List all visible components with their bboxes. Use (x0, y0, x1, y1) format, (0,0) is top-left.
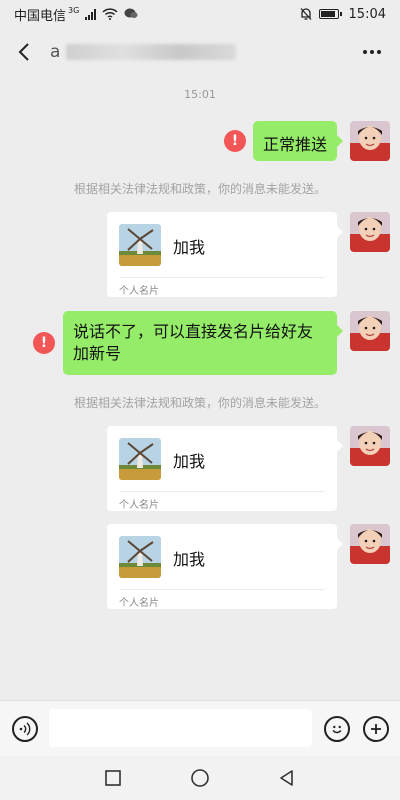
card-thumbnail-windmill (119, 536, 161, 578)
card-contact-name: 加我 (173, 452, 206, 471)
message-bubble[interactable]: 说话不了，可以直接发名片给好友加新号 (63, 311, 343, 375)
avatar[interactable] (350, 524, 390, 564)
emoji-icon (332, 725, 342, 734)
network-type-label: 3G (68, 5, 80, 15)
plus-button[interactable] (363, 716, 389, 742)
back-arrow-icon (18, 43, 29, 61)
card-divider (119, 491, 325, 492)
card-type-label: 个人名片 (119, 286, 159, 297)
emoji-button[interactable] (324, 716, 350, 742)
avatar[interactable] (350, 426, 390, 466)
carrier-label: 中国电信 (14, 8, 67, 24)
status-bar: 中国电信 3G 15:04 (0, 0, 400, 28)
send-failed-icon[interactable]: ! (224, 130, 246, 152)
signal-icon (85, 8, 97, 20)
status-left: 中国电信 3G (14, 5, 138, 24)
card-thumbnail-windmill (119, 224, 161, 266)
avatar[interactable] (350, 212, 390, 252)
home-icon[interactable] (190, 768, 210, 788)
chat-timestamp: 15:01 (184, 88, 216, 101)
chat-screen: 中国电信 3G 15:04 a 15:01 ! 正常推送 根据相关法律法规和政策… (0, 0, 400, 800)
title-bar: a (0, 28, 400, 76)
system-notice: 根据相关法律法规和政策，你的消息未能发送。 (73, 396, 326, 410)
card-divider (119, 589, 325, 590)
chat-title: a (50, 42, 237, 62)
card-contact-name: 加我 (173, 238, 206, 257)
status-right: 15:04 (299, 7, 386, 22)
plus-icon (371, 724, 381, 734)
mute-bell-icon (300, 8, 312, 20)
clock: 15:04 (348, 6, 386, 22)
message-text: 说话不了，可以直接发名片给好友加新号 (73, 322, 314, 363)
system-notice: 根据相关法律法规和政策，你的消息未能发送。 (73, 182, 326, 196)
avatar[interactable] (350, 311, 390, 351)
contact-card[interactable]: 加我 个人名片 (107, 212, 343, 297)
voice-input-button[interactable] (12, 716, 38, 742)
contact-card[interactable]: 加我 个人名片 (107, 524, 343, 609)
chat-title-redacted (66, 44, 237, 60)
system-nav-bar (0, 756, 400, 800)
send-failed-mark: ! (231, 133, 239, 149)
send-failed-icon[interactable]: ! (33, 332, 55, 354)
voice-input-icon (19, 722, 31, 736)
back-button[interactable] (12, 40, 36, 64)
card-type-label: 个人名片 (119, 598, 159, 609)
wifi-icon (102, 8, 118, 20)
recent-apps-icon[interactable] (104, 769, 122, 787)
message-input[interactable] (49, 709, 312, 747)
card-divider (119, 277, 325, 278)
card-thumbnail-windmill (119, 438, 161, 480)
contact-card[interactable]: 加我 个人名片 (107, 426, 343, 511)
send-failed-mark: ! (40, 335, 48, 351)
battery-icon (318, 9, 342, 19)
message-bubble[interactable]: 正常推送 (253, 121, 343, 161)
chat-title-prefix: a (50, 42, 61, 62)
more-button[interactable] (360, 40, 384, 64)
avatar[interactable] (350, 121, 390, 161)
message-notification-icon (124, 8, 138, 18)
card-type-label: 个人名片 (119, 500, 159, 511)
message-text: 正常推送 (263, 135, 328, 154)
back-nav-icon[interactable] (278, 769, 296, 787)
card-contact-name: 加我 (173, 550, 206, 569)
input-bar (0, 700, 400, 756)
